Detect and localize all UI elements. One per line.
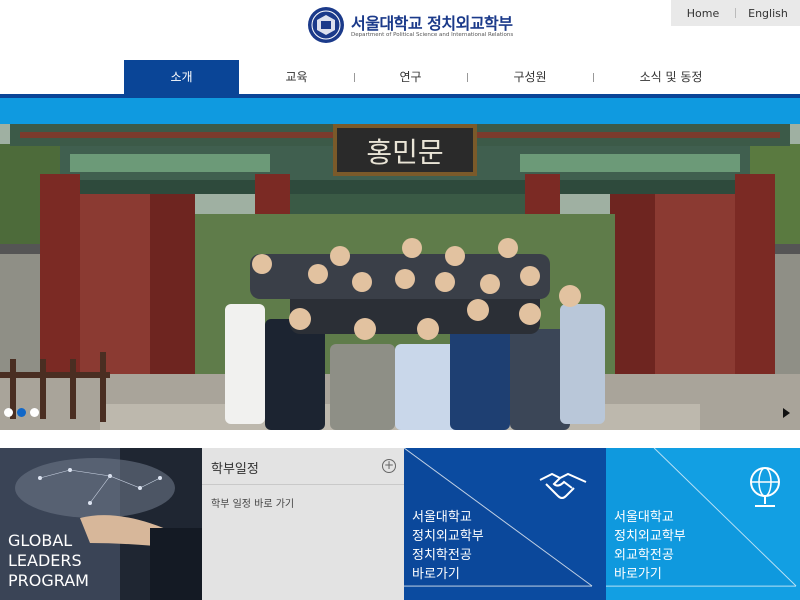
group-photo-people: [225, 238, 605, 430]
schedule-title: 학부일정: [211, 462, 259, 477]
nav-item-education[interactable]: 교육: [239, 60, 354, 94]
nav-item-members[interactable]: 구성원: [467, 60, 593, 94]
home-link[interactable]: Home: [671, 7, 735, 20]
schedule-divider: [202, 484, 404, 485]
hero-photo: 홍민문: [0, 124, 800, 430]
slider-dot[interactable]: [4, 408, 13, 417]
tile-text-line: 정치외교학부: [614, 529, 686, 544]
page: 서울대학교 정치외교학부 Department of Political Sci…: [0, 0, 800, 600]
tile-text-line: 서울대학교: [614, 510, 674, 525]
handshake-icon: [539, 472, 587, 499]
tile-text-line: 정치외교학부: [412, 529, 484, 544]
slider-dot[interactable]: [30, 408, 39, 417]
global-leaders-line: GLOBAL: [8, 531, 73, 550]
logo-title: 서울대학교 정치외교학부: [351, 14, 513, 33]
slider-pagination: [4, 408, 39, 417]
political-science-banner[interactable]: 서울대학교 정치외교학부 정치학전공 바로가기: [404, 448, 606, 600]
global-leaders-line: PROGRAM: [8, 571, 89, 590]
global-leaders-line: LEADERS: [8, 551, 82, 570]
nav-item-news[interactable]: 소식 및 동정: [593, 60, 749, 94]
hero-slider[interactable]: 홍민문: [0, 124, 800, 430]
snu-emblem-icon: [308, 7, 344, 43]
tile-text-line: 외교학전공: [614, 548, 674, 563]
tile-text-line: 서울대학교: [412, 510, 472, 525]
main-nav: 소개 교육 연구 구성원 소식 및 동정: [0, 60, 800, 94]
nav-item-about[interactable]: 소개: [124, 60, 239, 94]
nav-item-research[interactable]: 연구: [354, 60, 467, 94]
english-link[interactable]: English: [736, 7, 800, 20]
tile-text-line: 바로가기: [614, 567, 662, 582]
plus-icon[interactable]: +: [382, 459, 396, 473]
international-relations-banner[interactable]: 서울대학교 정치외교학부 외교학전공 바로가기: [606, 448, 800, 600]
logo-subtitle: Department of Political Science and Inte…: [351, 32, 514, 38]
tile-text-line: 바로가기: [412, 567, 460, 582]
global-leaders-program-banner[interactable]: GLOBAL LEADERS PROGRAM: [0, 448, 202, 600]
schedule-panel: 학부일정 + 학부 일정 바로 가기: [202, 448, 404, 600]
globe-icon: [750, 467, 780, 507]
submenu-band: [0, 98, 800, 124]
gate-sign-text: 홍민문: [366, 136, 443, 169]
political-science-text: 서울대학교 정치외교학부 정치학전공 바로가기: [412, 508, 484, 584]
slider-dot-active[interactable]: [17, 408, 26, 417]
slider-next-icon[interactable]: [783, 408, 790, 418]
international-relations-text: 서울대학교 정치외교학부 외교학전공 바로가기: [614, 508, 686, 584]
schedule-link[interactable]: 학부 일정 바로 가기: [211, 495, 294, 510]
tile-text-line: 정치학전공: [412, 548, 472, 563]
site-logo[interactable]: 서울대학교 정치외교학부 Department of Political Sci…: [307, 6, 513, 46]
utility-bar: Home English: [671, 0, 800, 26]
global-leaders-text: GLOBAL LEADERS PROGRAM: [8, 531, 89, 591]
